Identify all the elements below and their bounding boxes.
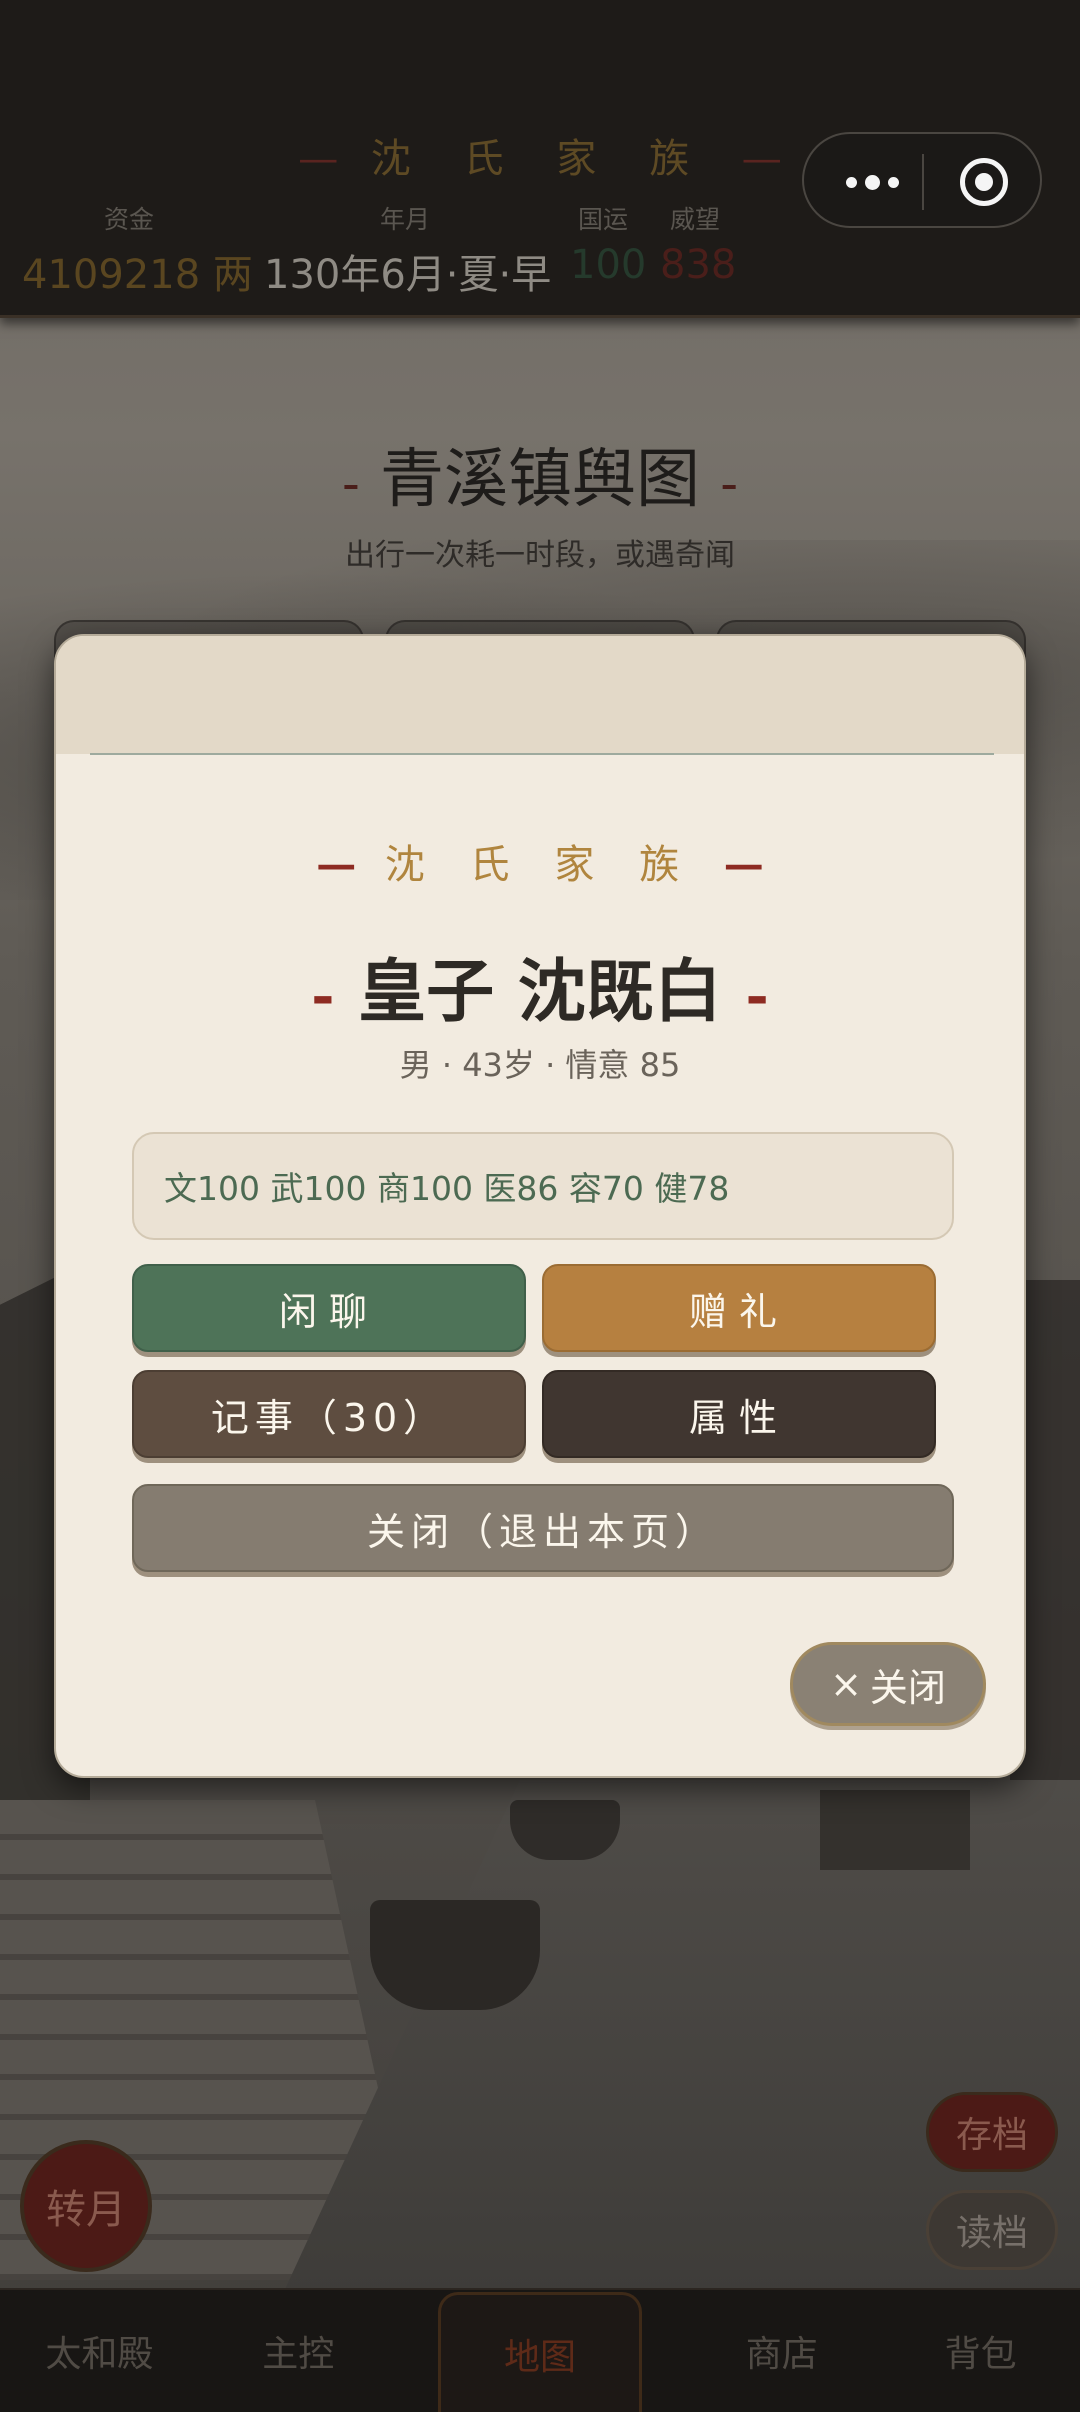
gift-button[interactable]: 赠礼 — [542, 1264, 936, 1352]
dash: — — [316, 841, 357, 888]
x-icon: × — [830, 1662, 862, 1706]
chat-button[interactable]: 闲聊 — [132, 1264, 526, 1352]
tab-map[interactable]: 地图 — [437, 2292, 643, 2412]
tab-main-control[interactable]: 主控 — [199, 2290, 398, 2412]
modal-header-divider — [90, 753, 994, 755]
save-button[interactable]: 存档 — [926, 2092, 1058, 2172]
tab-taihe-hall[interactable]: 太和殿 — [0, 2290, 199, 2412]
name-dash-left: - — [311, 963, 335, 1029]
tab-shop[interactable]: 商店 — [682, 2290, 881, 2412]
modal-family-text: 沈 氏 家 族 — [384, 842, 696, 888]
close-button-label: 关闭 — [869, 1665, 946, 1710]
turn-month-button[interactable]: 转月 — [20, 2140, 152, 2272]
modal-header — [56, 636, 1024, 754]
character-modal: — 沈 氏 家 族 — - 皇子 沈既白 - 男 · 43岁 · 情意 85 文… — [54, 634, 1026, 1778]
load-button[interactable]: 读档 — [926, 2190, 1058, 2270]
tab-backpack[interactable]: 背包 — [881, 2290, 1080, 2412]
name-dash-right: - — [745, 963, 769, 1029]
modal-family-label: — 沈 氏 家 族 — — [56, 832, 1024, 890]
character-name-text: 皇子 沈既白 — [358, 952, 722, 1032]
character-attributes: 文100 武100 商100 医86 容70 健78 — [132, 1132, 954, 1240]
dash: — — [723, 841, 764, 888]
character-meta: 男 · 43岁 · 情意 85 — [399, 1046, 681, 1084]
notes-button[interactable]: 记事（30） — [132, 1370, 526, 1458]
attributes-button[interactable]: 属性 — [542, 1370, 936, 1458]
bottom-tab-bar: 太和殿 主控 地图 商店 背包 — [0, 2288, 1080, 2412]
app-root: - 青溪镇舆图 - 出行一次耗一时段，或遇奇闻 — 沈 氏 家 族 — 资金 年… — [0, 0, 1080, 2412]
character-name: - 皇子 沈既白 - — [56, 936, 1024, 1035]
close-button[interactable]: × 关闭 — [790, 1642, 986, 1726]
close-page-button[interactable]: 关闭（退出本页） — [132, 1484, 954, 1572]
